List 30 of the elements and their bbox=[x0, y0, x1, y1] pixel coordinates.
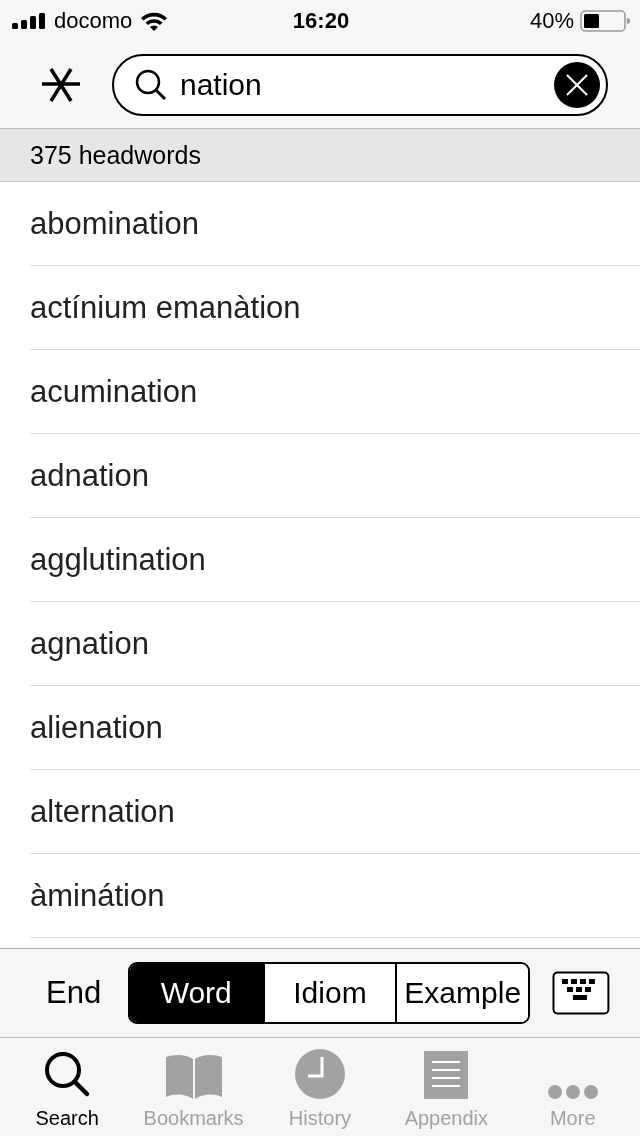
signal-icon bbox=[12, 13, 46, 29]
carrier-name: docomo bbox=[54, 8, 133, 34]
book-icon bbox=[165, 1053, 222, 1099]
search-mode-tab[interactable]: Word bbox=[129, 964, 263, 1022]
search-mode-tab[interactable]: Idiom bbox=[262, 964, 396, 1022]
clock-time: 16:20 bbox=[292, 8, 350, 34]
search-mode-tab[interactable]: Example bbox=[395, 964, 529, 1022]
end-button[interactable]: End bbox=[46, 975, 128, 1011]
more-icon bbox=[547, 1085, 598, 1099]
headword-item[interactable]: àminátion bbox=[30, 877, 165, 914]
document-icon bbox=[424, 1051, 469, 1099]
headword-item[interactable]: acumination bbox=[30, 373, 198, 410]
result-count: 375 headwords bbox=[0, 129, 640, 182]
battery-percent: 40% bbox=[529, 8, 574, 34]
headword-item[interactable]: alternation bbox=[30, 793, 175, 830]
clock-icon bbox=[294, 1049, 345, 1099]
battery-icon bbox=[580, 10, 630, 32]
wifi-icon bbox=[140, 11, 169, 31]
keyboard-icon[interactable] bbox=[552, 971, 610, 1015]
search-field[interactable]: nation bbox=[112, 54, 608, 116]
headword-item[interactable]: agnation bbox=[30, 625, 149, 662]
wildcard-icon[interactable] bbox=[42, 68, 80, 102]
search-icon bbox=[134, 68, 168, 102]
clear-icon[interactable] bbox=[554, 62, 600, 108]
headword-item[interactable]: abomination bbox=[30, 205, 199, 242]
headword-item[interactable]: adnation bbox=[30, 457, 149, 494]
headword-item[interactable]: actínium emanàtion bbox=[30, 289, 301, 326]
headword-item[interactable]: alienation bbox=[30, 709, 163, 746]
headword-item[interactable]: agglutination bbox=[30, 541, 206, 578]
tab-bar-item[interactable]: Search bbox=[4, 1038, 130, 1136]
